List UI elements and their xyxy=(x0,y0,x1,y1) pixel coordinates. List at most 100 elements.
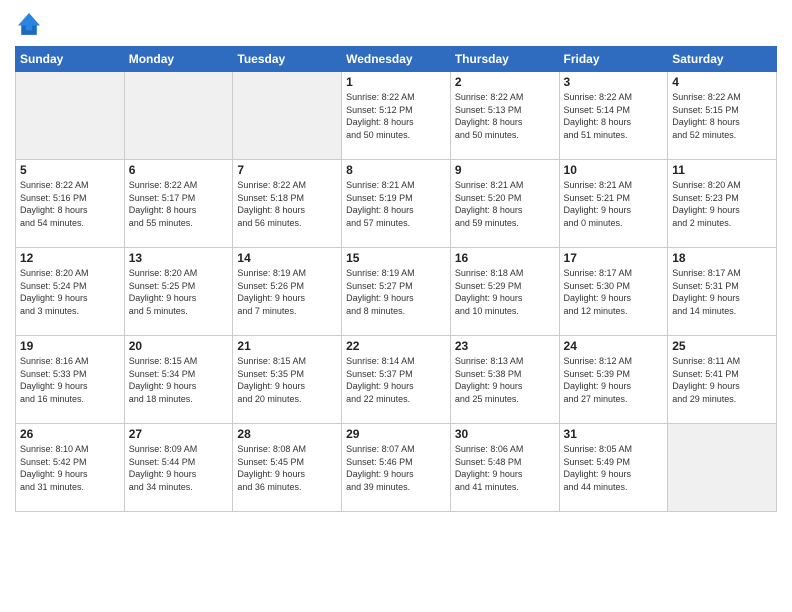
day-number: 16 xyxy=(455,251,555,265)
day-number: 12 xyxy=(20,251,120,265)
day-info: Sunrise: 8:07 AM Sunset: 5:46 PM Dayligh… xyxy=(346,443,446,493)
calendar-cell: 22 Sunrise: 8:14 AM Sunset: 5:37 PM Dayli… xyxy=(342,336,451,424)
day-info: Sunrise: 8:15 AM Sunset: 5:34 PM Dayligh… xyxy=(129,355,229,405)
day-number: 7 xyxy=(237,163,337,177)
day-info: Sunrise: 8:09 AM Sunset: 5:44 PM Dayligh… xyxy=(129,443,229,493)
day-info: Sunrise: 8:21 AM Sunset: 5:21 PM Dayligh… xyxy=(564,179,664,229)
calendar-cell: 9 Sunrise: 8:21 AM Sunset: 5:20 PM Daylig… xyxy=(450,160,559,248)
weekday-row: SundayMondayTuesdayWednesdayThursdayFrid… xyxy=(16,47,777,72)
day-number: 27 xyxy=(129,427,229,441)
day-number: 2 xyxy=(455,75,555,89)
calendar-cell: 27 Sunrise: 8:09 AM Sunset: 5:44 PM Dayli… xyxy=(124,424,233,512)
day-info: Sunrise: 8:08 AM Sunset: 5:45 PM Dayligh… xyxy=(237,443,337,493)
calendar-cell: 19Sunrise: 8:16 AM Sunset: 5:33 PM Dayli… xyxy=(16,336,125,424)
day-info: Sunrise: 8:13 AM Sunset: 5:38 PM Dayligh… xyxy=(455,355,555,405)
calendar-cell: 7Sunrise: 8:22 AM Sunset: 5:18 PM Daylig… xyxy=(233,160,342,248)
calendar-cell: 28 Sunrise: 8:08 AM Sunset: 5:45 PM Dayli… xyxy=(233,424,342,512)
day-info: Sunrise: 8:22 AM Sunset: 5:15 PM Dayligh… xyxy=(672,91,772,141)
day-info: Sunrise: 8:21 AM Sunset: 5:20 PM Dayligh… xyxy=(455,179,555,229)
weekday-header-monday: Monday xyxy=(124,47,233,72)
day-info: Sunrise: 8:17 AM Sunset: 5:30 PM Dayligh… xyxy=(564,267,664,317)
day-number: 26 xyxy=(20,427,120,441)
calendar-cell: 26 Sunrise: 8:10 AM Sunset: 5:42 PM Dayli… xyxy=(16,424,125,512)
calendar-cell: 24 Sunrise: 8:12 AM Sunset: 5:39 PM Dayli… xyxy=(559,336,668,424)
day-info: Sunrise: 8:22 AM Sunset: 5:12 PM Dayligh… xyxy=(346,91,446,141)
weekday-header-thursday: Thursday xyxy=(450,47,559,72)
day-number: 13 xyxy=(129,251,229,265)
day-number: 18 xyxy=(672,251,772,265)
day-number: 8 xyxy=(346,163,446,177)
day-number: 28 xyxy=(237,427,337,441)
calendar-cell xyxy=(124,72,233,160)
calendar-cell: 18 Sunrise: 8:17 AM Sunset: 5:31 PM Dayli… xyxy=(668,248,777,336)
day-number: 6 xyxy=(129,163,229,177)
day-number: 20 xyxy=(129,339,229,353)
day-info: Sunrise: 8:20 AM Sunset: 5:23 PM Dayligh… xyxy=(672,179,772,229)
page: SundayMondayTuesdayWednesdayThursdayFrid… xyxy=(0,0,792,612)
calendar-week-0: 1 Sunrise: 8:22 AM Sunset: 5:12 PM Daylig… xyxy=(16,72,777,160)
calendar-cell: 29 Sunrise: 8:07 AM Sunset: 5:46 PM Dayli… xyxy=(342,424,451,512)
day-number: 29 xyxy=(346,427,446,441)
day-number: 19 xyxy=(20,339,120,353)
calendar-cell: 10 Sunrise: 8:21 AM Sunset: 5:21 PM Dayli… xyxy=(559,160,668,248)
day-info: Sunrise: 8:22 AM Sunset: 5:13 PM Dayligh… xyxy=(455,91,555,141)
day-info: Sunrise: 8:06 AM Sunset: 5:48 PM Dayligh… xyxy=(455,443,555,493)
calendar-cell: 30Sunrise: 8:06 AM Sunset: 5:48 PM Dayli… xyxy=(450,424,559,512)
calendar-cell: 2 Sunrise: 8:22 AM Sunset: 5:13 PM Daylig… xyxy=(450,72,559,160)
calendar-cell: 8 Sunrise: 8:21 AM Sunset: 5:19 PM Daylig… xyxy=(342,160,451,248)
calendar-cell: 12 Sunrise: 8:20 AM Sunset: 5:24 PM Dayli… xyxy=(16,248,125,336)
day-number: 11 xyxy=(672,163,772,177)
calendar-cell: 13Sunrise: 8:20 AM Sunset: 5:25 PM Dayli… xyxy=(124,248,233,336)
calendar-body: 1 Sunrise: 8:22 AM Sunset: 5:12 PM Daylig… xyxy=(16,72,777,512)
day-number: 1 xyxy=(346,75,446,89)
day-number: 21 xyxy=(237,339,337,353)
weekday-header-sunday: Sunday xyxy=(16,47,125,72)
calendar-cell: 17 Sunrise: 8:17 AM Sunset: 5:30 PM Dayli… xyxy=(559,248,668,336)
day-number: 4 xyxy=(672,75,772,89)
day-number: 23 xyxy=(455,339,555,353)
day-number: 22 xyxy=(346,339,446,353)
calendar-cell: 4 Sunrise: 8:22 AM Sunset: 5:15 PM Daylig… xyxy=(668,72,777,160)
calendar-header: SundayMondayTuesdayWednesdayThursdayFrid… xyxy=(16,47,777,72)
day-number: 9 xyxy=(455,163,555,177)
calendar-cell: 31Sunrise: 8:05 AM Sunset: 5:49 PM Dayli… xyxy=(559,424,668,512)
day-info: Sunrise: 8:12 AM Sunset: 5:39 PM Dayligh… xyxy=(564,355,664,405)
day-info: Sunrise: 8:05 AM Sunset: 5:49 PM Dayligh… xyxy=(564,443,664,493)
day-info: Sunrise: 8:22 AM Sunset: 5:17 PM Dayligh… xyxy=(129,179,229,229)
day-info: Sunrise: 8:11 AM Sunset: 5:41 PM Dayligh… xyxy=(672,355,772,405)
calendar-cell: 1 Sunrise: 8:22 AM Sunset: 5:12 PM Daylig… xyxy=(342,72,451,160)
calendar-cell xyxy=(233,72,342,160)
day-info: Sunrise: 8:20 AM Sunset: 5:24 PM Dayligh… xyxy=(20,267,120,317)
calendar-cell: 11 Sunrise: 8:20 AM Sunset: 5:23 PM Dayli… xyxy=(668,160,777,248)
day-number: 14 xyxy=(237,251,337,265)
calendar-table: SundayMondayTuesdayWednesdayThursdayFrid… xyxy=(15,46,777,512)
header xyxy=(15,10,777,38)
day-info: Sunrise: 8:17 AM Sunset: 5:31 PM Dayligh… xyxy=(672,267,772,317)
calendar-cell: 5 Sunrise: 8:22 AM Sunset: 5:16 PM Daylig… xyxy=(16,160,125,248)
calendar-cell: 25 Sunrise: 8:11 AM Sunset: 5:41 PM Dayli… xyxy=(668,336,777,424)
day-number: 10 xyxy=(564,163,664,177)
calendar-week-2: 12 Sunrise: 8:20 AM Sunset: 5:24 PM Dayli… xyxy=(16,248,777,336)
weekday-header-friday: Friday xyxy=(559,47,668,72)
calendar-week-4: 26 Sunrise: 8:10 AM Sunset: 5:42 PM Dayli… xyxy=(16,424,777,512)
day-number: 17 xyxy=(564,251,664,265)
calendar-cell xyxy=(668,424,777,512)
day-info: Sunrise: 8:10 AM Sunset: 5:42 PM Dayligh… xyxy=(20,443,120,493)
calendar-cell: 23 Sunrise: 8:13 AM Sunset: 5:38 PM Dayli… xyxy=(450,336,559,424)
weekday-header-tuesday: Tuesday xyxy=(233,47,342,72)
day-number: 5 xyxy=(20,163,120,177)
calendar-cell xyxy=(16,72,125,160)
calendar-cell: 6 Sunrise: 8:22 AM Sunset: 5:17 PM Daylig… xyxy=(124,160,233,248)
weekday-header-saturday: Saturday xyxy=(668,47,777,72)
calendar-week-1: 5 Sunrise: 8:22 AM Sunset: 5:16 PM Daylig… xyxy=(16,160,777,248)
day-number: 25 xyxy=(672,339,772,353)
day-info: Sunrise: 8:14 AM Sunset: 5:37 PM Dayligh… xyxy=(346,355,446,405)
day-info: Sunrise: 8:15 AM Sunset: 5:35 PM Dayligh… xyxy=(237,355,337,405)
day-number: 15 xyxy=(346,251,446,265)
day-number: 24 xyxy=(564,339,664,353)
day-number: 3 xyxy=(564,75,664,89)
day-info: Sunrise: 8:22 AM Sunset: 5:16 PM Dayligh… xyxy=(20,179,120,229)
day-info: Sunrise: 8:21 AM Sunset: 5:19 PM Dayligh… xyxy=(346,179,446,229)
calendar-cell: 21 Sunrise: 8:15 AM Sunset: 5:35 PM Dayli… xyxy=(233,336,342,424)
weekday-header-wednesday: Wednesday xyxy=(342,47,451,72)
